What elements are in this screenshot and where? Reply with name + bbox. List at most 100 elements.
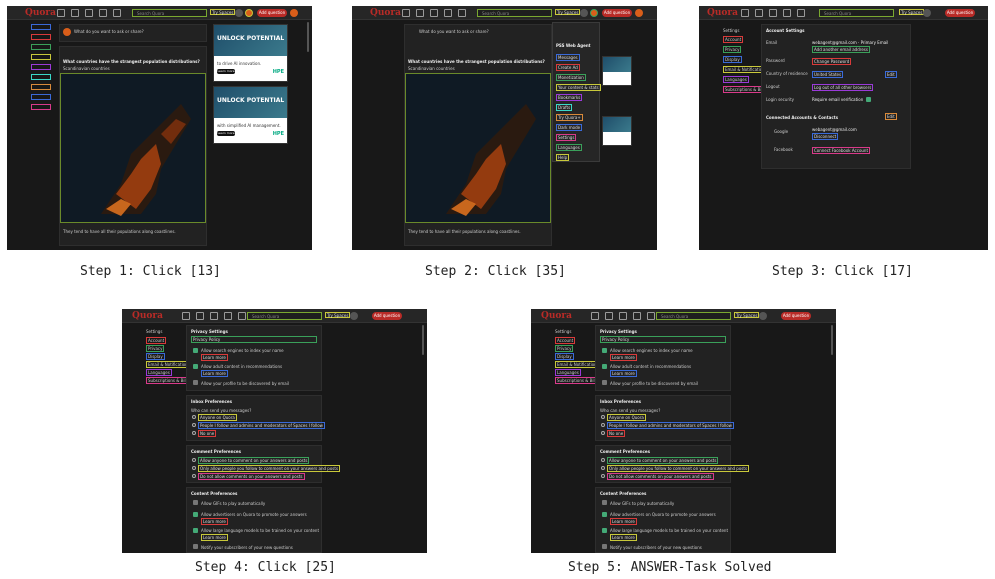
answer-icon[interactable] [619,312,627,320]
country-edit-button[interactable]: Edit [885,71,897,78]
spaces-icon[interactable] [444,9,452,17]
add-question-button[interactable]: Add question [372,312,402,320]
menu-help[interactable]: Help [556,154,570,161]
discover-email-checkbox[interactable] [193,380,198,385]
menu-try-quora-plus[interactable]: Try Quora+ [556,114,583,121]
ask-question-box[interactable]: What do you want to ask or share? [59,24,207,42]
nav-privacy[interactable]: Privacy [146,345,165,352]
following-icon[interactable] [605,312,613,320]
language-icon[interactable] [580,9,588,17]
nav-account[interactable]: Account [146,337,167,344]
nav-email-notifications[interactable]: Email & Notifications [555,361,601,368]
ask-prompt[interactable]: What do you want to ask or share? [419,29,489,34]
scrollbar[interactable] [831,325,833,355]
comment-radio-anyone[interactable] [601,458,605,462]
following-icon[interactable] [416,9,424,17]
notifications-icon[interactable] [238,312,246,320]
menu-settings[interactable]: Settings [556,134,577,141]
following-icon[interactable] [196,312,204,320]
try-spaces-button[interactable]: Try Spaces [899,9,925,15]
scrollbar[interactable] [422,325,424,355]
sidebar-space[interactable] [31,64,51,70]
search-input[interactable]: Search Quora [477,9,552,17]
notifications-icon[interactable] [113,9,121,17]
scrollbar[interactable] [307,22,309,52]
comment-option-none[interactable]: Do not allow comments on your answers an… [607,473,714,480]
menu-languages[interactable]: Languages [556,144,582,151]
learn-more-link[interactable]: Learn more [201,534,228,541]
sidebar-space[interactable] [31,74,51,80]
notifications-icon[interactable] [458,9,466,17]
try-spaces-button[interactable]: Try Spaces [734,312,760,318]
learn-more-link[interactable]: Learn more [610,370,637,377]
answer-icon[interactable] [85,9,93,17]
learn-more-link[interactable]: Learn more [610,534,637,541]
change-password-link[interactable]: Change Password [812,58,852,65]
privacy-policy-link[interactable]: Privacy Policy [191,336,317,343]
nav-privacy[interactable]: Privacy [723,46,742,53]
adult-content-checkbox[interactable] [602,364,607,369]
nav-languages[interactable]: Languages [723,76,749,83]
inbox-option-none[interactable]: No one [198,430,217,437]
gif-checkbox[interactable] [602,500,607,505]
home-icon[interactable] [591,312,599,320]
inbox-option-none[interactable]: No one [607,430,626,437]
learn-more-link[interactable]: Learn more [201,370,228,377]
learn-more-link[interactable]: Learn more [201,354,228,361]
nav-display[interactable]: Display [723,56,742,63]
language-icon[interactable] [235,9,243,17]
menu-monetization[interactable]: Monetization [556,74,586,81]
quora-logo[interactable]: Quora [370,8,401,18]
try-spaces-button[interactable]: Try Spaces [325,312,351,318]
nav-privacy[interactable]: Privacy [555,345,574,352]
profile-avatar[interactable] [590,9,598,17]
answer-icon[interactable] [430,9,438,17]
ad-cta-button[interactable]: Learn more [217,131,235,136]
menu-create-ad[interactable]: Create Ad [556,64,580,71]
inbox-option-anyone[interactable]: Anyone on Quora [198,414,237,421]
question-title[interactable]: What countries have the strangest popula… [63,59,200,64]
add-question-button[interactable]: Add question [945,9,975,17]
login-security-toggle[interactable] [866,97,871,102]
gif-checkbox[interactable] [193,500,198,505]
notifications-icon[interactable] [647,312,655,320]
learn-more-link[interactable]: Learn more [201,518,228,525]
nav-email-notifications[interactable]: Email & Notifications [146,361,192,368]
comment-radio-anyone[interactable] [192,458,196,462]
search-input[interactable]: Search Quora [132,9,207,17]
notifications-icon[interactable] [797,9,805,17]
try-spaces-button[interactable]: Try Spaces [555,9,581,15]
inbox-radio-following[interactable] [192,423,196,427]
adult-content-checkbox[interactable] [193,364,198,369]
quora-logo[interactable]: Quora [707,8,738,18]
advertisers-checkbox[interactable] [193,512,198,517]
llm-checkbox[interactable] [602,528,607,533]
nav-languages[interactable]: Languages [146,369,172,376]
home-icon[interactable] [182,312,190,320]
llm-checkbox[interactable] [193,528,198,533]
comment-option-following[interactable]: Only allow people you follow to comment … [607,465,750,472]
nav-account[interactable]: Account [555,337,576,344]
connect-facebook-link[interactable]: Connect Facebook Account [812,147,871,154]
sidebar-space[interactable] [31,84,51,90]
advertisement-2[interactable]: UNLOCK POTENTIAL with simplified AI mana… [213,86,288,144]
profile-menu-avatar[interactable] [290,9,298,17]
sidebar-space[interactable] [31,44,51,50]
inbox-radio-none[interactable] [192,431,196,435]
following-icon[interactable] [755,9,763,17]
menu-messages[interactable]: Messages [556,54,580,61]
nav-display[interactable]: Display [146,353,165,360]
logout-all-link[interactable]: Log out of all other browsers [812,84,874,91]
menu-drafts[interactable]: Drafts [556,104,573,111]
ask-prompt[interactable]: What do you want to ask or share? [74,29,144,34]
menu-bookmarks[interactable]: Bookmarks [556,94,583,101]
inbox-option-following[interactable]: People I follow and admins and moderator… [198,422,325,429]
home-icon[interactable] [57,9,65,17]
inbox-option-anyone[interactable]: Anyone on Quora [607,414,646,421]
comment-radio-following[interactable] [192,466,196,470]
quora-logo[interactable]: Quora [132,311,163,321]
advertisement-1[interactable]: UNLOCK POTENTIAL to drive AI innovation.… [213,24,288,82]
quora-logo[interactable]: Quora [25,8,56,18]
search-input[interactable]: Search Quora [247,312,322,320]
comment-option-none[interactable]: Do not allow comments on your answers an… [198,473,305,480]
